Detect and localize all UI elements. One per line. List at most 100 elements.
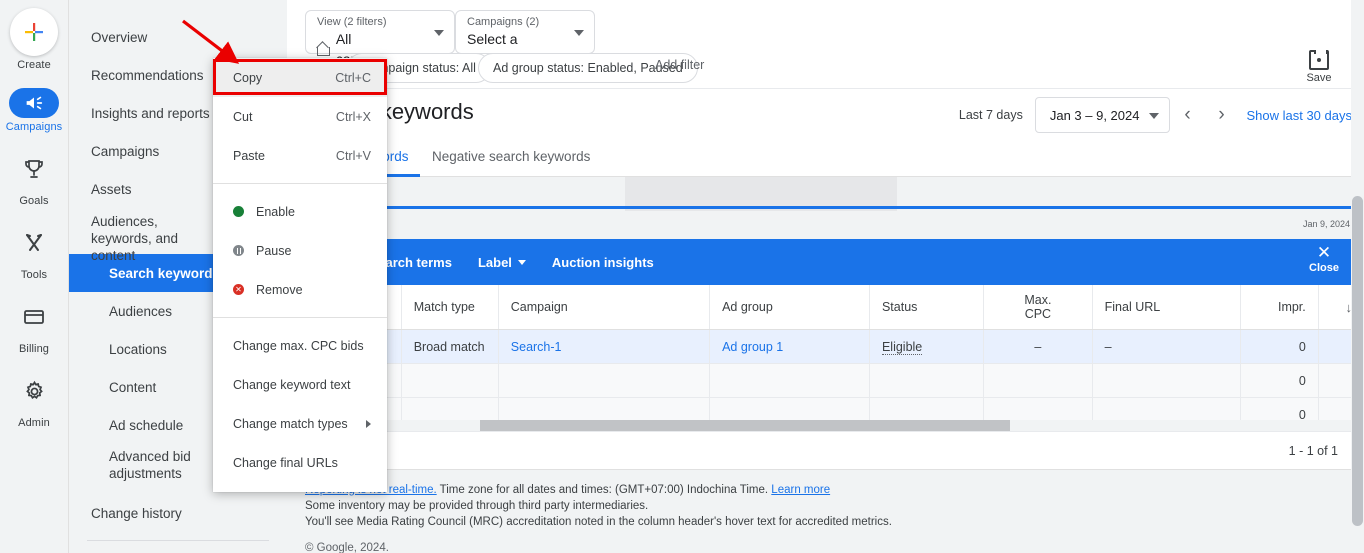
context-menu-item-change-final-urls[interactable]: Change final URLs bbox=[213, 443, 387, 482]
cell-ad-group[interactable]: Ad group 1 bbox=[709, 329, 870, 364]
rail-item-campaigns[interactable]: Campaigns bbox=[0, 88, 69, 134]
context-menu-item-pause[interactable]: Pause bbox=[213, 231, 387, 270]
title-row: Search keywords Last 7 days Jan 3 – 9, 2… bbox=[287, 89, 1364, 137]
context-menu-item-enable[interactable]: Enable bbox=[213, 192, 387, 231]
campaign-selector[interactable]: Campaigns (2) Select a campaign bbox=[455, 10, 595, 67]
show-last-30-days-link[interactable]: Show last 30 days bbox=[1246, 108, 1352, 123]
rail-label-create: Create bbox=[17, 59, 51, 71]
column-label: Max. CPC bbox=[1024, 293, 1052, 321]
tab-negative-search-keywords[interactable]: Negative search keywords bbox=[432, 137, 590, 177]
column-label: Status bbox=[881, 300, 918, 314]
top-controls-bar: View (2 filters) All campaigns Campaigns… bbox=[287, 0, 1364, 84]
close-action-bar-button[interactable]: ✕ Close bbox=[1302, 244, 1346, 275]
footer-line-3: You'll see Media Rating Council (MRC) ac… bbox=[305, 516, 892, 528]
sidebar-item-label: Audiences, keywords, and content bbox=[91, 214, 179, 263]
bulk-action-bar: Edit Search terms Label Auction insights… bbox=[287, 239, 1364, 285]
tab-bar: Search keywords Negative search keywords bbox=[287, 137, 1364, 177]
column-header-match-type[interactable]: Match type bbox=[401, 285, 499, 330]
label-menu-button[interactable]: Label bbox=[478, 255, 526, 270]
column-label: Final URL bbox=[1104, 300, 1161, 314]
icon-rail: Create Campaigns Goals Tools Billing Adm… bbox=[0, 0, 69, 553]
sidebar-item-overview[interactable]: Overview bbox=[69, 18, 287, 56]
column-header-ad-group[interactable]: Ad group bbox=[709, 285, 870, 330]
context-menu-item-paste[interactable]: Paste Ctrl+V bbox=[213, 136, 387, 175]
rail-item-goals[interactable]: Goals bbox=[0, 146, 69, 208]
chevron-down-icon bbox=[434, 30, 444, 36]
table-hscrollbar-thumb[interactable] bbox=[480, 420, 1010, 431]
view-selector[interactable]: View (2 filters) All campaigns bbox=[305, 10, 455, 67]
rail-item-tools[interactable]: Tools bbox=[0, 220, 69, 282]
campaign-link[interactable]: Search-1 bbox=[511, 340, 562, 354]
date-range-value: Jan 3 – 9, 2024 bbox=[1049, 107, 1140, 123]
date-next-button[interactable]: › bbox=[1204, 97, 1238, 133]
filter-row: Campaign status: All Ad group status: En… bbox=[287, 53, 1364, 89]
column-label: Impr. bbox=[1277, 300, 1306, 314]
footer-copyright: © Google, 2024. bbox=[305, 542, 389, 553]
footer-line-1: Reporting is not real-time. Time zone fo… bbox=[305, 482, 1364, 498]
tab-label: Negative search keywords bbox=[432, 149, 591, 164]
cell-max-cpc bbox=[983, 363, 1093, 398]
cell-ad-group bbox=[709, 363, 870, 398]
context-menu-item-change-keyword-text[interactable]: Change keyword text bbox=[213, 365, 387, 404]
context-menu-item-change-match-types[interactable]: Change match types bbox=[213, 404, 387, 443]
context-menu-item-remove[interactable]: ✕ Remove bbox=[213, 270, 387, 309]
footer-line-2: Some inventory may be provided through t… bbox=[305, 500, 649, 512]
rail-item-admin[interactable]: Admin bbox=[0, 368, 69, 430]
main-content: View (2 filters) All campaigns Campaigns… bbox=[287, 0, 1364, 553]
column-label: Ad group bbox=[722, 300, 773, 314]
date-prev-button[interactable]: ‹ bbox=[1170, 97, 1204, 133]
cell-campaign bbox=[498, 363, 711, 398]
credit-card-icon bbox=[11, 294, 57, 340]
table-row: Total: Ke... ? 0 bbox=[287, 363, 1364, 398]
add-filter-button[interactable]: Add filter bbox=[655, 58, 704, 72]
pause-dot-icon bbox=[233, 245, 244, 256]
cell-max-cpc: – bbox=[983, 329, 1093, 364]
context-menu-label: Change final URLs bbox=[233, 455, 338, 470]
column-header-max-cpc[interactable]: Max. CPC bbox=[983, 285, 1093, 330]
column-header-impr[interactable]: Impr. bbox=[1240, 285, 1319, 330]
context-menu-item-copy[interactable]: Copy Ctrl+C bbox=[213, 58, 387, 97]
cell-status bbox=[869, 363, 985, 398]
auction-insights-button[interactable]: Auction insights bbox=[552, 255, 654, 270]
context-menu-shortcut: Ctrl+C bbox=[335, 70, 371, 85]
page-footer: Reporting is not real-time. Time zone fo… bbox=[287, 470, 1364, 553]
cell-match-type bbox=[401, 363, 499, 398]
cell-status[interactable]: Eligible bbox=[869, 329, 985, 364]
context-menu-divider bbox=[213, 183, 387, 184]
cell-final-url bbox=[1092, 363, 1242, 398]
label-menu-label: Label bbox=[477, 254, 512, 270]
sidebar-item-change-history[interactable]: Change history bbox=[69, 494, 287, 532]
green-dot-icon bbox=[233, 206, 244, 217]
chevron-down-icon bbox=[574, 30, 584, 36]
close-icon: ✕ bbox=[1316, 243, 1332, 262]
rail-item-billing[interactable]: Billing bbox=[0, 294, 69, 356]
status-badge[interactable]: Eligible bbox=[881, 339, 923, 355]
column-header-final-url[interactable]: Final URL bbox=[1092, 285, 1242, 330]
sidebar-item-label: Campaigns bbox=[91, 143, 160, 159]
context-menu-item-change-max-cpc-bids[interactable]: Change max. CPC bids bbox=[213, 326, 387, 365]
table-pagination: 1 - 1 of 1 bbox=[287, 432, 1364, 470]
pagination-label: 1 - 1 of 1 bbox=[1288, 443, 1338, 458]
table-header-row: Keyword Match type Campaign Ad group Sta… bbox=[287, 285, 1364, 330]
add-filter-label: Add filter bbox=[655, 58, 705, 72]
page-scrollbar-thumb[interactable] bbox=[1352, 196, 1363, 526]
chart-axis-label: Jan 9, 2024 bbox=[1302, 219, 1350, 229]
cell-impr: 0 bbox=[1240, 363, 1319, 398]
performance-chart[interactable]: Jan 9, 2024 bbox=[287, 177, 1364, 239]
rail-item-create[interactable]: Create bbox=[0, 8, 69, 72]
trophy-icon bbox=[11, 146, 57, 192]
column-header-status[interactable]: Status bbox=[869, 285, 985, 330]
ad-group-link[interactable]: Ad group 1 bbox=[722, 340, 783, 354]
date-range-picker[interactable]: Jan 3 – 9, 2024 bbox=[1034, 97, 1171, 133]
table-row[interactable]: keywords Broad match Search-1 Ad group 1… bbox=[287, 329, 1364, 364]
context-menu-label: Remove bbox=[256, 282, 303, 297]
context-menu-label: Change keyword text bbox=[233, 377, 351, 392]
cell-campaign[interactable]: Search-1 bbox=[498, 329, 711, 364]
auction-insights-label: Auction insights bbox=[551, 254, 654, 270]
column-label: Match type bbox=[413, 300, 475, 314]
rail-label-tools: Tools bbox=[20, 269, 48, 281]
context-menu-item-cut[interactable]: Cut Ctrl+X bbox=[213, 97, 387, 136]
context-menu-label: Cut bbox=[233, 109, 253, 124]
column-header-campaign[interactable]: Campaign bbox=[498, 285, 711, 330]
learn-more-link[interactable]: Learn more bbox=[771, 484, 830, 496]
